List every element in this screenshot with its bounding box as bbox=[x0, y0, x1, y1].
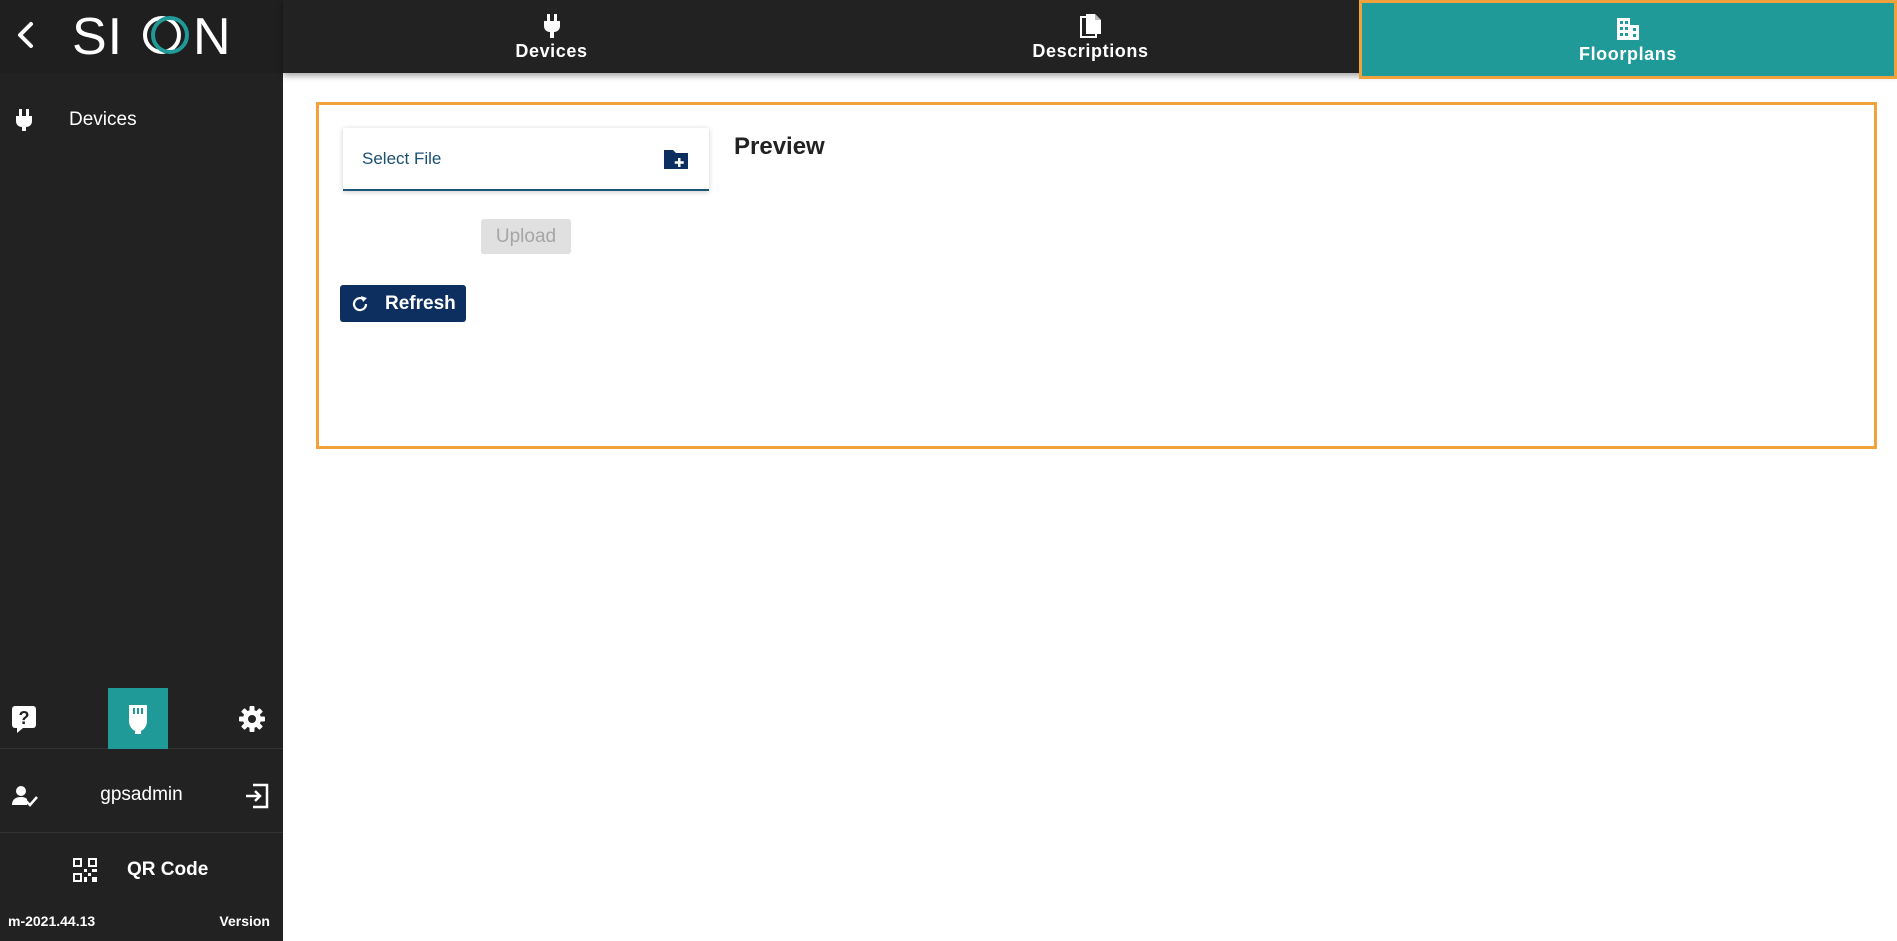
tab-label: Descriptions bbox=[1032, 41, 1149, 61]
tab-devices[interactable]: Devices bbox=[283, 0, 820, 73]
plug-icon bbox=[16, 109, 32, 131]
file-select-label: Select File bbox=[362, 149, 442, 168]
tab-label: Devices bbox=[515, 41, 588, 61]
tab-descriptions[interactable]: Descriptions bbox=[822, 0, 1359, 73]
chevron-left-icon bbox=[18, 22, 33, 48]
help-button[interactable]: ? bbox=[0, 688, 48, 749]
tab-label: Floorplans bbox=[1578, 44, 1677, 64]
device-mode-button[interactable] bbox=[108, 688, 168, 749]
version-label: Version bbox=[219, 913, 270, 929]
username: gpsadmin bbox=[100, 784, 183, 805]
qr-code-icon bbox=[73, 858, 97, 882]
file-select-input[interactable]: Select File bbox=[343, 128, 709, 191]
building-icon bbox=[1617, 18, 1639, 40]
logout-icon[interactable] bbox=[243, 782, 271, 810]
sidebar-item-devices[interactable]: Devices bbox=[0, 98, 283, 142]
plug-icon bbox=[543, 14, 560, 38]
sidebar-footer: m-2021.44.13 Version bbox=[0, 910, 283, 932]
settings-button[interactable] bbox=[230, 688, 274, 749]
sidebar-item-label: Devices bbox=[69, 109, 137, 130]
sidebar-tool-row: ? bbox=[0, 688, 283, 749]
help-icon: ? bbox=[12, 705, 36, 733]
qr-code-label: QR Code bbox=[127, 859, 209, 880]
user-row: gpsadmin bbox=[0, 759, 283, 833]
back-button[interactable] bbox=[8, 14, 42, 56]
app-root: SI N Devices ? gpsadmin QR Code m-2021.4… bbox=[0, 0, 1897, 941]
upload-button[interactable]: Upload bbox=[481, 219, 571, 254]
sidebar-header: SI N bbox=[0, 0, 283, 73]
qr-code-button[interactable]: QR Code bbox=[0, 846, 283, 894]
tab-floorplans[interactable]: Floorplans bbox=[1359, 0, 1897, 79]
gear-icon bbox=[239, 705, 265, 732]
refresh-label: Refresh bbox=[385, 293, 456, 314]
preview-title: Preview bbox=[734, 133, 825, 160]
refresh-button[interactable]: Refresh bbox=[340, 285, 466, 322]
documents-icon bbox=[1079, 14, 1101, 38]
svg-text:SI: SI bbox=[72, 8, 123, 62]
folder-add-icon bbox=[664, 150, 688, 169]
sidebar: SI N Devices ? gpsadmin QR Code m-2021.4… bbox=[0, 0, 283, 941]
sicon-logo: SI N bbox=[70, 8, 245, 66]
svg-text:?: ? bbox=[19, 708, 30, 728]
top-tab-bar: Devices Descriptions Floorplans bbox=[283, 0, 1897, 79]
refresh-icon bbox=[352, 296, 368, 312]
version-number: m-2021.44.13 bbox=[8, 913, 96, 929]
device-icon bbox=[129, 704, 147, 734]
svg-text:N: N bbox=[193, 8, 231, 62]
